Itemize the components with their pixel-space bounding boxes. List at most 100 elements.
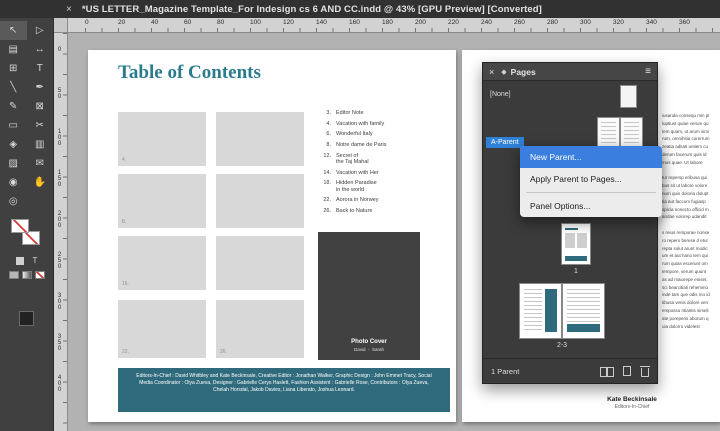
pages-panel-header[interactable]: × ◆ Pages ≡ [483, 63, 657, 81]
gradient-swatch-tool[interactable]: ▥ [27, 135, 54, 154]
image-placeholder-frame[interactable] [216, 236, 304, 290]
screen-mode-button[interactable] [19, 311, 34, 326]
zoom-tool[interactable]: ◎ [0, 192, 27, 211]
page-tool[interactable]: ▤ [0, 40, 27, 59]
photo-cover-title: Photo Cover [351, 339, 387, 345]
apply-none-button[interactable] [34, 271, 45, 279]
tools-panel: ↖ ▷ ▤ ↔ ⊞ T ╲ ✒ ✎ ⊠ ▭ ✂ ◈ ▥ ▨ ✉ ◉ ✋ ◎ T [0, 18, 54, 431]
menu-item-apply-parent[interactable]: Apply Parent to Pages... [520, 168, 662, 190]
pencil-tool[interactable]: ✎ [0, 97, 27, 116]
fill-stroke-swatches[interactable] [10, 219, 43, 249]
editors-footer-block[interactable]: Editors-In-Chief : David Whitbley and Ka… [118, 368, 450, 412]
parent-none-item[interactable]: [None] [490, 91, 511, 98]
spread-2-3-thumbnail[interactable] [519, 283, 605, 339]
gradient-feather-tool[interactable]: ▨ [0, 154, 27, 173]
thumbnail-art [519, 283, 562, 339]
close-document-icon[interactable]: × [66, 4, 72, 15]
toc-page-number: 26. [323, 208, 331, 215]
toc-title: Notre dame de Paris [336, 142, 387, 149]
caption-name: Kate Beckinsale [607, 396, 657, 403]
apply-color-button[interactable] [8, 271, 19, 279]
image-placeholder-frame[interactable]: 8. [118, 174, 206, 228]
parent-none-thumbnail[interactable] [620, 85, 637, 108]
photo-cover-text: Photo Cover David - Sarah [318, 339, 420, 352]
ruler-origin-corner[interactable] [54, 18, 68, 33]
toc-list[interactable]: 3. Editor Note 4. Vacation with family 6. Won… [318, 110, 443, 214]
document-title: *US LETTER_Magazine Template_For Indesig… [81, 3, 542, 15]
image-placeholder-frame[interactable]: 16. [118, 236, 206, 290]
menu-item-panel-options[interactable]: Panel Options... [520, 195, 662, 217]
rectangle-tool[interactable]: ▭ [0, 116, 27, 135]
ruler-number: 40 [151, 19, 159, 26]
image-placeholder-frame[interactable] [216, 174, 304, 228]
formatting-text-icon[interactable]: T [33, 256, 38, 265]
image-placeholder-frame[interactable]: 22. [118, 300, 206, 358]
toc-entry: 12. Secret of the Taj Mahal [318, 153, 443, 165]
rectangle-frame-tool[interactable]: ⊠ [27, 97, 54, 116]
ruler-number: 1 0 0 [57, 129, 62, 147]
panel-close-icon[interactable]: × [489, 67, 494, 77]
horizontal-ruler-ticks [85, 28, 720, 32]
toc-entry: 4. Vacation with family [318, 121, 443, 127]
toc-heading[interactable]: Table of Contents [118, 62, 261, 84]
new-page-icon[interactable] [623, 366, 631, 376]
toc-page-number: 6. [326, 131, 331, 138]
parent-a-item[interactable]: A-Parent [486, 137, 524, 148]
parent-a-thumbnail[interactable] [597, 117, 643, 149]
pen-tool[interactable]: ✒ [27, 78, 54, 97]
image-placeholder-frame[interactable]: 26. [216, 300, 304, 358]
thumbnail-art [565, 228, 578, 230]
ruler-number: 340 [646, 19, 657, 26]
free-transform-tool[interactable]: ◈ [0, 135, 27, 154]
formatting-container-icon[interactable] [15, 256, 24, 265]
page-1-label[interactable]: 1 [561, 268, 591, 275]
photo-caption[interactable]: Kate Beckinsale Editors-In-Chief [572, 396, 692, 410]
horizontal-ruler[interactable]: 0 20 40 60 80 100 120 140 160 180 200 220 240 260 280 3… [68, 18, 720, 33]
toc-title: Vacation with family [336, 120, 385, 127]
window-titlebar[interactable]: × *US LETTER_Magazine Template_For Indes… [0, 0, 720, 18]
toc-title: Back to Nature [336, 208, 373, 215]
body-text-column[interactable]: iusanda consequ min pl luptiust quiae ve… [662, 112, 716, 330]
image-placeholder-frame[interactable]: 4. [118, 112, 206, 166]
stroke-swatch[interactable] [21, 231, 40, 245]
vertical-ruler[interactable]: 0 5 0 1 0 0 1 5 0 2 0 0 2 5 0 3 0 0 3 5 0 4 0 0 [54, 33, 68, 431]
ruler-number: 280 [547, 19, 558, 26]
eyedropper-tool[interactable]: ◉ [0, 173, 27, 192]
ruler-number: 2 5 0 [57, 252, 62, 270]
scissors-tool[interactable]: ✂ [27, 116, 54, 135]
edit-page-size-icon[interactable] [600, 366, 614, 377]
direct-selection-tool[interactable]: ▷ [27, 21, 54, 40]
line-tool[interactable]: ╲ [0, 78, 27, 97]
page-1-thumbnail[interactable] [561, 223, 591, 265]
pages-panel-footer: 1 Parent [483, 358, 657, 383]
fill-swatch[interactable] [10, 219, 29, 233]
pages-panel-title: Pages [510, 66, 536, 77]
hand-tool[interactable]: ✋ [27, 173, 54, 192]
panel-menu-icon[interactable]: ≡ [645, 66, 651, 77]
ruler-number: 100 [250, 19, 261, 26]
content-collector-tool[interactable]: ⊞ [0, 59, 27, 78]
spread-2-3-label[interactable]: 2-3 [519, 342, 605, 349]
panel-collapse-icon[interactable]: ◆ [501, 68, 506, 76]
image-placeholder-frame[interactable] [216, 112, 304, 166]
blank-slot[interactable] [27, 192, 54, 211]
ruler-number: 60 [184, 19, 192, 26]
frame-page-number: 16. [122, 281, 129, 287]
ruler-number: 120 [283, 19, 294, 26]
parent-count-status: 1 Parent [491, 366, 520, 376]
gap-tool[interactable]: ↔ [27, 40, 54, 59]
apply-gradient-button[interactable] [21, 271, 32, 279]
menu-item-new-parent[interactable]: New Parent... [520, 146, 662, 168]
ruler-number: 5 0 [57, 88, 62, 100]
photo-cover-frame[interactable]: Photo Cover David - Sarah [318, 232, 420, 360]
toc-title: Hidden Paradise in the world [336, 180, 377, 193]
document-page-1[interactable]: Table of Contents 4. 8. 16. 22. 26. 3. Ed… [88, 50, 456, 422]
delete-page-icon[interactable] [640, 365, 650, 377]
ruler-number: 3 0 0 [57, 293, 62, 311]
type-tool[interactable]: T [27, 59, 54, 78]
pages-panel-body: [None] A-Parent 1 2-3 [483, 81, 657, 358]
pages-panel-context-menu: New Parent... Apply Parent to Pages... P… [520, 146, 662, 217]
frame-page-number: 26. [220, 349, 227, 355]
selection-tool[interactable]: ↖ [0, 21, 27, 40]
note-tool[interactable]: ✉ [27, 154, 54, 173]
